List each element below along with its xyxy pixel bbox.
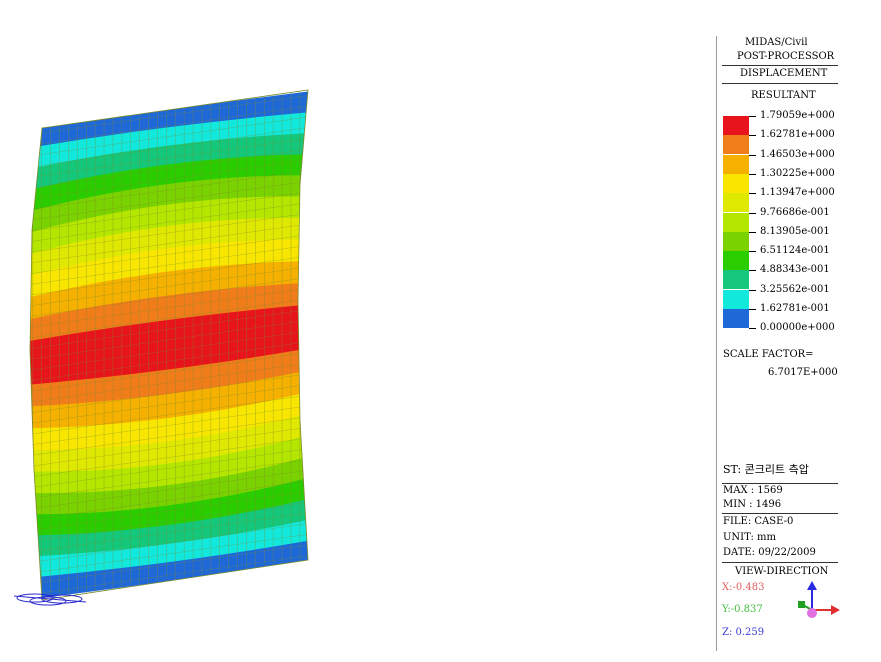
view-z: Z: 0.259: [722, 627, 765, 638]
legend-tick: [749, 135, 756, 137]
legend-swatch: [723, 212, 749, 232]
legend-tick: [749, 154, 756, 156]
legend-value: 1.30225e+000: [760, 167, 835, 179]
legend-value: 6.51124e-001: [760, 245, 830, 257]
divider: [722, 483, 838, 484]
legend-value: 8.13905e-001: [760, 225, 830, 237]
legend-value: 9.76686e-001: [760, 206, 830, 218]
legend-tick: [749, 328, 756, 330]
legend-tick: [749, 251, 756, 253]
axis-triad-icon: [798, 581, 840, 618]
divider: [722, 83, 838, 84]
app-name: MIDAS/Civil: [745, 37, 808, 48]
result-component: RESULTANT: [751, 90, 816, 101]
legend-tick: [749, 116, 756, 117]
legend-value: 4.88343e-001: [760, 264, 830, 276]
wall-mesh: [30, 90, 308, 600]
file-info: FILE: CASE-0: [723, 516, 794, 527]
legend-swatch: [723, 289, 749, 309]
legend-swatch: [723, 135, 749, 155]
legend-value: 1.13947e+000: [760, 187, 835, 199]
app-subtitle: POST-PROCESSOR: [737, 51, 835, 62]
scale-factor-label: SCALE FACTOR=: [723, 349, 814, 360]
min-node: MIN : 1496: [723, 499, 782, 510]
legend-swatch: [723, 231, 749, 251]
contour-plot: [13, 89, 309, 606]
legend-tick: [749, 212, 756, 214]
legend-value: 0.00000e+000: [760, 322, 835, 334]
legend-tick: [749, 309, 756, 310]
result-type: DISPLACEMENT: [740, 68, 828, 79]
legend-swatch: [723, 173, 749, 193]
legend-value: 1.62781e+000: [760, 129, 835, 141]
legend-swatch: [723, 193, 749, 213]
scale-factor-value: 6.7017E+000: [768, 367, 838, 378]
legend-tick: [749, 231, 756, 233]
max-node: MAX : 1569: [723, 485, 783, 496]
view-x: X:-0.483: [722, 582, 765, 593]
view-direction-title: VIEW-DIRECTION: [735, 566, 829, 577]
support-symbol: [13, 593, 87, 606]
legend-tick: [749, 193, 756, 195]
divider: [722, 562, 838, 563]
legend-swatch: [723, 154, 749, 174]
legend-value: 1.62781e-001: [760, 303, 830, 314]
legend-value: 3.25562e-001: [760, 283, 830, 295]
legend-tick: [749, 289, 756, 291]
unit-info: UNIT: mm: [723, 532, 776, 543]
view-y: Y:-0.837: [722, 604, 763, 615]
legend-value: 1.79059e+000: [760, 110, 835, 121]
legend-swatch: [723, 270, 749, 290]
legend-swatch: [723, 309, 749, 328]
date-info: DATE: 09/22/2009: [723, 547, 816, 558]
legend-swatch: [723, 116, 749, 135]
divider: [722, 513, 838, 514]
stage-label: ST: 콘크리트 측압: [723, 463, 809, 476]
legend-swatch: [723, 251, 749, 271]
legend-tick: [749, 173, 756, 175]
divider: [722, 65, 838, 66]
legend-value: 1.46503e+000: [760, 148, 835, 160]
model-viewport[interactable]: [0, 0, 715, 658]
legend-tick: [749, 270, 756, 272]
